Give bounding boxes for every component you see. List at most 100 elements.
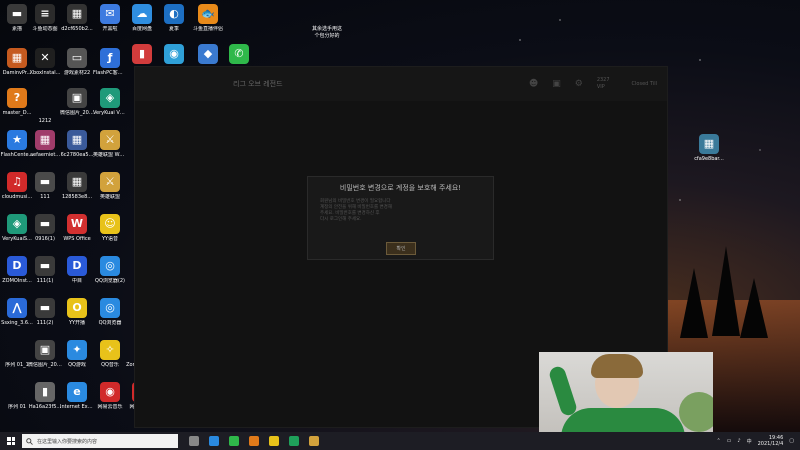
app-icon: ✆ <box>229 44 249 64</box>
app-icon: ✧ <box>100 340 120 360</box>
desktop-icon[interactable]: ⚔ 英雄联盟 <box>93 172 127 200</box>
clock[interactable]: 19:46 2021/12/4 <box>758 435 784 447</box>
client-header: 리그 오브 레전드 ☻ ▣ ⚙ 2327 VIP Closed Till <box>135 67 667 101</box>
desktop-icon-label: 微信图片_2021102... <box>28 362 62 368</box>
desktop-icon[interactable]: ✧ QQ音乐 <box>93 340 127 368</box>
app-icon: ◎ <box>100 256 120 276</box>
app-icon: ▦ <box>67 172 87 192</box>
desktop-icon[interactable]: ▬ 111(2) <box>28 298 62 326</box>
desktop-icon[interactable]: D 中目 <box>60 256 94 284</box>
desktop-icon[interactable]: ◉ 网易云音乐 <box>93 382 127 410</box>
app-icon: ▦ <box>35 130 55 150</box>
rank-label: VIP <box>596 84 605 90</box>
app-icon: ƒ <box>100 48 120 68</box>
desktop-icon[interactable]: ✦ QQ游戏 <box>60 340 94 368</box>
desktop-icon[interactable]: ◐ 夏季 <box>157 4 191 32</box>
desktop-icon[interactable]: ☁ 百度网盘 <box>125 4 159 32</box>
app-icon: e <box>67 382 87 402</box>
desktop-icon-label: 网易云音乐 <box>97 404 123 410</box>
wallpaper-tree <box>740 278 768 338</box>
plant <box>679 392 713 432</box>
desktop-icon[interactable]: ▮ Ha16a23f5... <box>28 382 62 410</box>
desktop-icon[interactable]: 1212 <box>28 96 62 124</box>
desktop-icon-label: 128583e8... <box>61 194 93 200</box>
start-button[interactable] <box>0 432 22 450</box>
desktop-icon-label: 0916(1) <box>35 236 55 242</box>
taskbar-app-task-view[interactable] <box>186 433 202 449</box>
user-name[interactable]: Closed Till <box>632 81 657 87</box>
desktop-icon[interactable]: ▣ 微信图片_2021102... <box>28 340 62 368</box>
desktop-icon[interactable]: ƒ FlashPC客户端 <box>93 48 127 76</box>
rank-points: 2327 <box>596 77 610 83</box>
desktop-icon[interactable]: ▮ <box>125 44 159 66</box>
desktop-icon[interactable]: e Internet Explorer <box>60 382 94 410</box>
app-green-icon <box>289 436 299 446</box>
desktop-icon[interactable]: ▦ d2cf650b2... <box>60 4 94 32</box>
desktop-icon[interactable]: ▬ 111(1) <box>28 256 62 284</box>
desktop-icon[interactable]: ▭ 游戏素材22 <box>60 48 94 76</box>
desktop-icon[interactable]: ▦ 128583e8... <box>60 172 94 200</box>
desktop-icon[interactable]: ◈ VeryKuai VR 加速器 <box>93 88 127 116</box>
desktop-icon-label: 中目 <box>71 278 82 284</box>
desktop-icon[interactable]: ✉ 开黑啦 <box>93 4 127 32</box>
input-method-icon[interactable]: 中 <box>747 438 752 445</box>
app-icon: ▣ <box>67 88 87 108</box>
desktop-icon[interactable]: ◎ QQ浏览器(2) <box>93 256 127 284</box>
desktop-icon[interactable]: ▦ 6c2780ea5... <box>60 130 94 158</box>
desktop-icon[interactable]: O YY开播 <box>60 298 94 326</box>
network-icon[interactable]: ▭ <box>727 438 732 444</box>
settings-icon[interactable]: ⚙ <box>575 79 583 89</box>
desktop-icon-label: YY语音 <box>101 236 119 242</box>
app-icon: ◎ <box>100 298 120 318</box>
windows-logo-icon <box>7 437 15 445</box>
desktop-icon[interactable]: ▣ 微信图片_2021111... <box>60 88 94 116</box>
taskbar-app-lol[interactable] <box>306 433 322 449</box>
volume-icon[interactable]: ♪ <box>737 438 740 444</box>
wechat-icon <box>229 436 239 446</box>
desktop-icon-label: 百度网盘 <box>131 26 152 32</box>
rank-info: 2327 VIP <box>597 77 610 91</box>
store-icon[interactable]: ▣ <box>552 79 561 89</box>
notification-icon[interactable]: ▢ <box>789 438 794 444</box>
app-icon: ? <box>7 88 27 108</box>
desktop-icon[interactable]: ✆ <box>222 44 256 66</box>
desktop-icon[interactable]: ◉ <box>157 44 191 66</box>
desktop-icon-label: aefaemiet... <box>29 152 61 158</box>
desktop-icon[interactable]: W WPS Office <box>60 214 94 242</box>
desktop-icon[interactable]: ☺ YY语音 <box>93 214 127 242</box>
yy-icon <box>269 436 279 446</box>
task-view-icon <box>189 436 199 446</box>
app-icon: ✕ <box>35 48 55 68</box>
taskbar-app-wechat[interactable] <box>226 433 242 449</box>
app-icon: D <box>7 256 27 276</box>
app-icon: ▬ <box>35 256 55 276</box>
desktop-icon[interactable]: ◎ QQ浏览器 <box>93 298 127 326</box>
desktop-icon[interactable]: ✕ XboxInstal... <box>28 48 62 76</box>
desktop-icon-label: 111(2) <box>36 320 54 326</box>
desktop-icon[interactable]: ▦ cfa9e8bar... <box>692 134 726 162</box>
desktop-icon-label: YY开播 <box>68 320 86 326</box>
app-icon: 🐟 <box>198 4 218 24</box>
taskbar-app-app-green[interactable] <box>286 433 302 449</box>
desktop-icon[interactable]: ◆ <box>191 44 225 66</box>
app-icon: D <box>67 256 87 276</box>
desktop-icon-label: 1212 <box>38 118 52 124</box>
desktop-icon[interactable]: ▬ 111 <box>28 172 62 200</box>
desktop-icon[interactable]: ▦ aefaemiet... <box>28 130 62 158</box>
wallpaper-tree <box>712 246 740 336</box>
chevron-up-icon[interactable]: ⌃ <box>716 438 720 444</box>
app-icon: ✉ <box>100 4 120 24</box>
social-icon[interactable]: ☻ <box>529 79 538 89</box>
taskbar-app-app-orange[interactable] <box>246 433 262 449</box>
desktop-icon[interactable]: ≡ 斗鱼动态图 <box>28 4 62 32</box>
desktop-icon[interactable]: 🐟 斗鱼直播伴侣 <box>191 4 225 32</box>
confirm-button[interactable]: 확인 <box>386 242 416 255</box>
app-icon: ▦ <box>67 4 87 24</box>
desktop-icon[interactable]: ▬ 0916(1) <box>28 214 62 242</box>
taskbar-app-yy[interactable] <box>266 433 282 449</box>
desktop-icon[interactable]: ⚔ 英雄联盟 WeGame版 <box>93 130 127 158</box>
taskbar-app-edge[interactable] <box>206 433 222 449</box>
app-icon: ◉ <box>164 44 184 64</box>
taskbar-search[interactable]: 在这里输入你要搜索的内容 <box>22 434 178 448</box>
app-icon: ◈ <box>100 88 120 108</box>
